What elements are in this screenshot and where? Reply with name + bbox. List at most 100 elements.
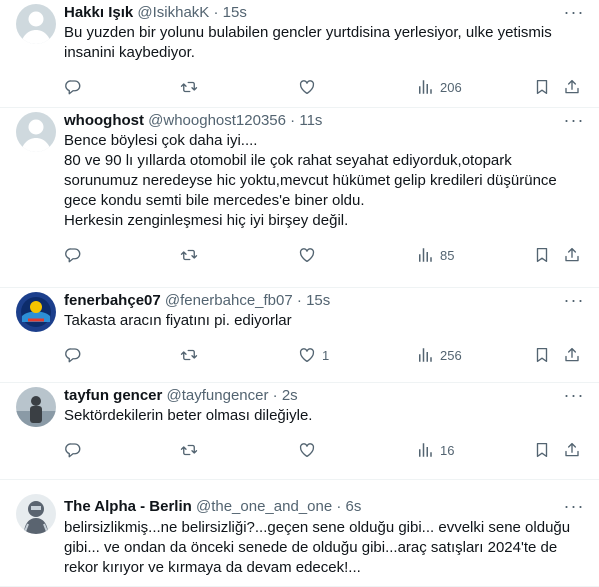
reply-icon [64, 246, 82, 264]
tweet-text-line: Sektördekilerin beter olması dileğiyle. [64, 407, 313, 424]
user-handle[interactable]: @the_one_and_one [196, 498, 332, 515]
tweet-text-line: Bence böylesi çok daha iyi.... [64, 132, 258, 149]
tweet-text-line: rekor kırıyor ve kırmaya da devam edecek… [64, 559, 361, 576]
more-horizontal-icon[interactable]: ··· [563, 386, 585, 408]
timestamp[interactable]: 11s [299, 112, 322, 129]
user-handle[interactable]: @whooghost120356 [148, 112, 286, 129]
timestamp[interactable]: 6s [346, 498, 362, 515]
share-icon [563, 346, 581, 364]
tweet-text-line: 80 ve 90 lı yıllarda otomobil ile çok ra… [64, 152, 512, 169]
display-name[interactable]: fenerbahçe07 [64, 292, 161, 309]
share-button[interactable] [563, 77, 581, 97]
reply-icon [64, 441, 82, 459]
user-handle[interactable]: @IsikhakK [137, 4, 209, 21]
views-button[interactable]: 85 [416, 245, 454, 265]
tweet-text: Takasta aracın fiyatını pi. ediyorlar [64, 311, 584, 331]
like-button[interactable] [298, 245, 322, 265]
tweet-text: Sektördekilerin beter olması dileğiyle. [64, 406, 584, 426]
action-bar: 16 [64, 440, 583, 460]
retweet-icon [180, 441, 198, 459]
action-bar: 1 256 [64, 345, 583, 365]
bookmark-icon [533, 78, 551, 96]
bookmark-button[interactable] [533, 245, 551, 265]
tweet-text-line: Takasta aracın fiyatını pi. ediyorlar [64, 312, 292, 329]
retweet-icon [180, 346, 198, 364]
tweet-text-line: gece kondu semti bile mercedes'e biner o… [64, 192, 365, 209]
share-button[interactable] [563, 440, 581, 460]
share-icon [563, 246, 581, 264]
tweet[interactable]: The Alpha - Berlin @the_one_and_one · 6s… [0, 480, 599, 587]
retweet-button[interactable] [180, 245, 204, 265]
separator-dot: · [336, 498, 342, 515]
avatar[interactable] [16, 387, 56, 427]
retweet-icon [180, 246, 198, 264]
tweet-text-line: insanini kaybediyor. [64, 44, 195, 61]
reply-button[interactable] [64, 440, 88, 460]
separator-dot: · [296, 292, 302, 309]
separator-dot: · [213, 4, 219, 21]
tweet-header: Hakkı Işık @IsikhakK · 15s [64, 3, 559, 23]
tweet[interactable]: fenerbahçe07 @fenerbahce_fb07 · 15s ··· Ta… [0, 288, 599, 383]
tweet-text: Bence böylesi çok daha iyi.... 80 ve 90 l… [64, 131, 584, 231]
share-button[interactable] [563, 245, 581, 265]
more-horizontal-icon[interactable]: ··· [563, 291, 585, 313]
more-horizontal-icon[interactable]: ··· [563, 497, 585, 519]
reply-button[interactable] [64, 345, 88, 365]
bookmark-icon [533, 346, 551, 364]
retweet-button[interactable] [180, 77, 204, 97]
user-handle[interactable]: @fenerbahce_fb07 [165, 292, 293, 309]
display-name[interactable]: Hakkı Işık [64, 4, 133, 21]
heart-icon [298, 441, 316, 459]
views-count: 256 [440, 347, 462, 363]
avatar[interactable] [16, 494, 56, 534]
retweet-button[interactable] [180, 440, 204, 460]
like-button[interactable] [298, 77, 322, 97]
views-button[interactable]: 256 [416, 345, 462, 365]
share-icon [563, 78, 581, 96]
timestamp[interactable]: 15s [306, 292, 330, 309]
share-icon [563, 441, 581, 459]
bookmark-button[interactable] [533, 77, 551, 97]
tweet-text-line: belirsizlikmiş...ne belirsizliği?...geçe… [64, 519, 571, 536]
bookmark-button[interactable] [533, 345, 551, 365]
views-chart-icon [416, 441, 434, 459]
views-button[interactable]: 16 [416, 440, 454, 460]
reply-icon [64, 346, 82, 364]
reply-button[interactable] [64, 245, 88, 265]
views-chart-icon [416, 246, 434, 264]
timestamp[interactable]: 2s [282, 387, 298, 404]
avatar[interactable] [16, 112, 56, 152]
like-count: 1 [322, 347, 330, 363]
reply-button[interactable] [64, 77, 88, 97]
like-button[interactable] [298, 440, 322, 460]
heart-icon [298, 346, 316, 364]
views-button[interactable]: 206 [416, 77, 462, 97]
separator-dot: · [272, 387, 278, 404]
tweet-header: whooghost @whooghost120356 · 11s [64, 111, 559, 131]
like-button[interactable]: 1 [298, 345, 329, 365]
avatar[interactable] [16, 4, 56, 44]
action-bar: 206 [64, 77, 583, 97]
tweet-text: Bu yuzden bir yolunu bulabilen gencler y… [64, 23, 584, 63]
more-horizontal-icon[interactable]: ··· [563, 111, 585, 133]
action-bar: 85 [64, 245, 583, 265]
display-name[interactable]: The Alpha - Berlin [64, 498, 192, 515]
tweet[interactable]: Hakkı Işık @IsikhakK · 15s ··· Bu yuzden b… [0, 0, 599, 108]
views-chart-icon [416, 346, 434, 364]
more-horizontal-icon[interactable]: ··· [563, 3, 585, 25]
heart-icon [298, 78, 316, 96]
display-name[interactable]: whooghost [64, 112, 144, 129]
avatar[interactable] [16, 292, 56, 332]
views-chart-icon [416, 78, 434, 96]
user-handle[interactable]: @tayfungencer [167, 387, 269, 404]
bookmark-button[interactable] [533, 440, 551, 460]
timestamp[interactable]: 15s [223, 4, 247, 21]
tweet[interactable]: whooghost @whooghost120356 · 11s ··· Bence… [0, 108, 599, 288]
retweet-icon [180, 78, 198, 96]
tweet-text-line: Bu yuzden bir yolunu bulabilen gencler y… [64, 24, 552, 41]
share-button[interactable] [563, 345, 581, 365]
tweet[interactable]: tayfun gencer @tayfungencer · 2s ··· Sektö… [0, 383, 599, 480]
display-name[interactable]: tayfun gencer [64, 387, 162, 404]
tweet-text: belirsizlikmiş...ne belirsizliği?...geçe… [64, 518, 584, 578]
retweet-button[interactable] [180, 345, 204, 365]
